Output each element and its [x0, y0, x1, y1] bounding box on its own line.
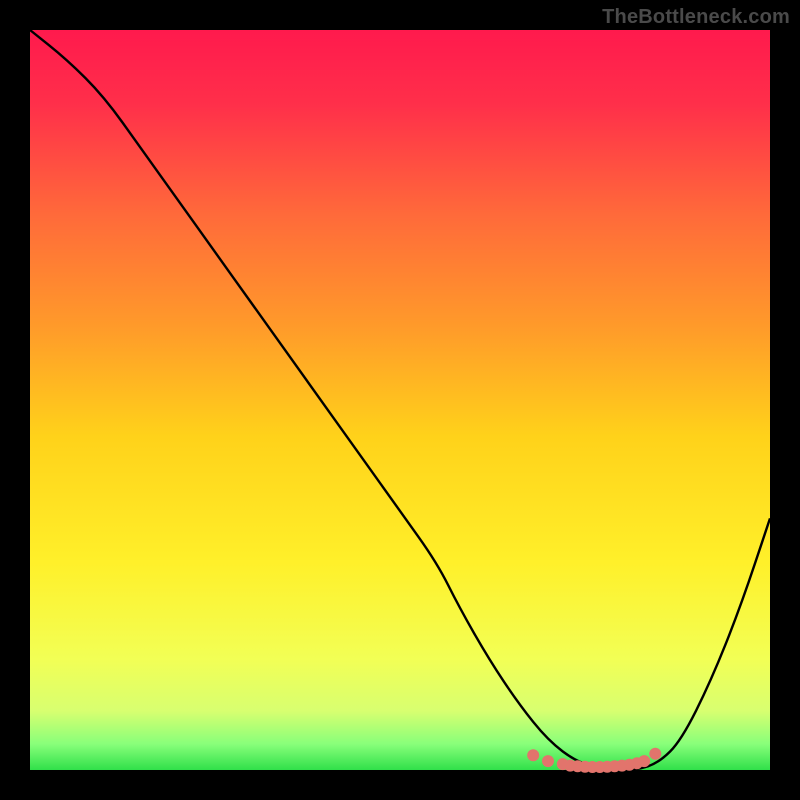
watermark-text: TheBottleneck.com [602, 6, 790, 29]
chart-stage: TheBottleneck.com [0, 0, 800, 800]
highlight-dot [542, 755, 554, 767]
highlight-dot [638, 755, 650, 767]
bottleneck-chart [0, 0, 800, 800]
highlight-dot [649, 748, 661, 760]
plot-background [30, 30, 770, 770]
highlight-dot [527, 749, 539, 761]
